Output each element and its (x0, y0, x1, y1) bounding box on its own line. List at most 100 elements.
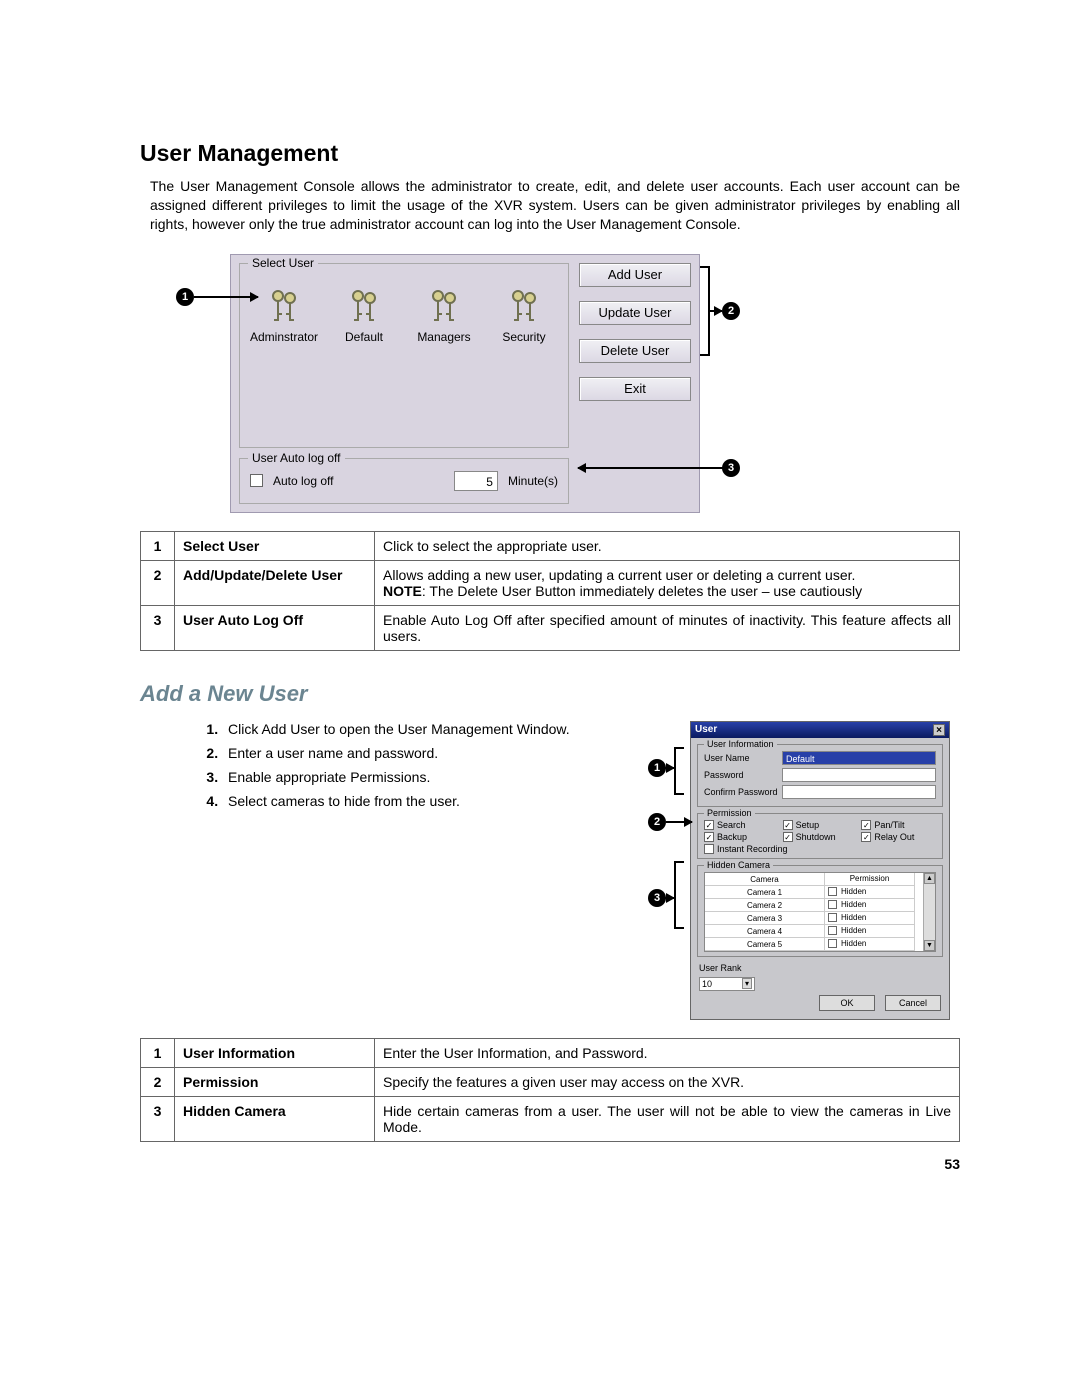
chevron-down-icon: ▾ (742, 978, 752, 989)
description-table-2: 1 User Information Enter the User Inform… (140, 1038, 960, 1142)
desc-body: Enable Auto Log Off after specified amou… (375, 605, 960, 650)
callout-3b-badge: 3 (648, 889, 666, 907)
camera-table: ▲ ▼ Camera Permission Camera 1Hidden Cam… (704, 872, 936, 952)
callout-3b-bracket (674, 861, 684, 929)
heading-add-new-user: Add a New User (140, 681, 960, 707)
perm-backup[interactable]: ✓Backup (704, 832, 779, 842)
desc-body: Click to select the appropriate user. (375, 531, 960, 560)
auto-logoff-label: Auto log off (273, 474, 334, 488)
perm-shutdown[interactable]: ✓Shutdown (783, 832, 858, 842)
hidden-checkbox[interactable] (828, 926, 837, 935)
add-user-button[interactable]: Add User (579, 263, 691, 287)
update-user-button[interactable]: Update User (579, 301, 691, 325)
scrollbar[interactable]: ▲ ▼ (923, 873, 935, 951)
figure-user-dialog: 1 2 3 User × User Information User Name (640, 721, 960, 1020)
table-row: 3 User Auto Log Off Enable Auto Log Off … (141, 605, 960, 650)
list-item: Enter a user name and password. (222, 745, 622, 761)
section-label: Hidden Camera (704, 860, 773, 870)
callout-2b-badge: 2 (648, 813, 666, 831)
camera-col-header: Camera (705, 873, 825, 886)
user-item-label: Adminstrator (250, 330, 318, 344)
user-item-security[interactable]: Security (488, 286, 560, 344)
table-row: 2 Add/Update/Delete User Allows adding a… (141, 560, 960, 605)
callout-2-line (708, 310, 722, 312)
user-rank-label: User Rank (699, 963, 742, 973)
confirm-password-label: Confirm Password (704, 787, 782, 797)
section-label: User Information (704, 739, 777, 749)
auto-logoff-legend: User Auto log off (248, 451, 345, 465)
ok-button[interactable]: OK (819, 995, 875, 1011)
keys-icon (424, 286, 464, 326)
table-row: 3 Hidden Camera Hide certain cameras fro… (141, 1096, 960, 1141)
auto-logoff-minutes-input[interactable]: 5 (454, 471, 498, 491)
user-item-label: Security (502, 330, 545, 344)
user-dialog-title: User (695, 724, 717, 735)
auto-logoff-unit: Minute(s) (508, 474, 558, 488)
confirm-password-input[interactable] (782, 785, 936, 799)
callout-1b-bracket (674, 747, 684, 795)
close-icon[interactable]: × (933, 724, 945, 736)
desc-label: User Information (175, 1038, 375, 1067)
keys-icon (264, 286, 304, 326)
username-input[interactable]: Default (782, 751, 936, 765)
page-number: 53 (944, 1156, 960, 1172)
desc-label: Add/Update/Delete User (175, 560, 375, 605)
cancel-button[interactable]: Cancel (885, 995, 941, 1011)
steps-list: Click Add User to open the User Manageme… (200, 721, 622, 817)
desc-num: 1 (141, 531, 175, 560)
heading-user-management: User Management (140, 140, 960, 167)
perm-relay[interactable]: ✓Relay Out (861, 832, 936, 842)
callout-1b-badge: 1 (648, 759, 666, 777)
figure-select-user-dialog: 1 2 3 Select User Adminstrator (180, 254, 960, 513)
perm-pantilt[interactable]: ✓Pan/Tilt (861, 820, 936, 830)
keys-icon (504, 286, 544, 326)
scroll-up-icon[interactable]: ▲ (924, 873, 935, 884)
auto-logoff-checkbox[interactable] (250, 474, 263, 487)
perm-instant-recording[interactable]: Instant Recording (704, 844, 936, 854)
table-row: Camera 3Hidden (705, 912, 935, 925)
table-row: 1 User Information Enter the User Inform… (141, 1038, 960, 1067)
user-information-section: User Information User Name Default Passw… (697, 744, 943, 807)
table-row: 1 Select User Click to select the approp… (141, 531, 960, 560)
perm-setup[interactable]: ✓Setup (783, 820, 858, 830)
delete-user-button[interactable]: Delete User (579, 339, 691, 363)
exit-button[interactable]: Exit (579, 377, 691, 401)
hidden-checkbox[interactable] (828, 913, 837, 922)
desc-body: Hide certain cameras from a user. The us… (375, 1096, 960, 1141)
user-item-managers[interactable]: Managers (408, 286, 480, 344)
callout-3-badge: 3 (722, 459, 740, 477)
desc-num: 2 (141, 560, 175, 605)
intro-paragraph: The User Management Console allows the a… (150, 177, 960, 234)
hidden-checkbox[interactable] (828, 939, 837, 948)
hidden-camera-section: Hidden Camera ▲ ▼ Camera Permission Came… (697, 865, 943, 957)
user-dialog: User × User Information User Name Defaul… (690, 721, 950, 1020)
perm-search[interactable]: ✓Search (704, 820, 779, 830)
table-row: 2 Permission Specify the features a give… (141, 1067, 960, 1096)
select-user-dialog: Select User Adminstrator Default (230, 254, 700, 513)
callout-2-badge: 2 (722, 302, 740, 320)
list-item: Enable appropriate Permissions. (222, 769, 622, 785)
auto-logoff-fieldset: User Auto log off Auto log off 5 Minute(… (239, 458, 569, 504)
desc-label: User Auto Log Off (175, 605, 375, 650)
desc-body: Enter the User Information, and Password… (375, 1038, 960, 1067)
username-label: User Name (704, 753, 782, 763)
desc-num: 1 (141, 1038, 175, 1067)
user-rank-select[interactable]: 10 ▾ (699, 977, 755, 991)
password-input[interactable] (782, 768, 936, 782)
desc-label: Permission (175, 1067, 375, 1096)
user-item-label: Default (345, 330, 383, 344)
desc-body: Allows adding a new user, updating a cur… (375, 560, 960, 605)
table-row: Camera 2Hidden (705, 899, 935, 912)
section-label: Permission (704, 808, 755, 818)
scroll-down-icon[interactable]: ▼ (924, 940, 935, 951)
table-row: Camera 4Hidden (705, 925, 935, 938)
permission-section: Permission ✓Search ✓Setup ✓Pan/Tilt ✓Bac… (697, 813, 943, 859)
list-item: Click Add User to open the User Manageme… (222, 721, 622, 737)
hidden-checkbox[interactable] (828, 900, 837, 909)
hidden-checkbox[interactable] (828, 887, 837, 896)
user-item-default[interactable]: Default (328, 286, 400, 344)
desc-label: Hidden Camera (175, 1096, 375, 1141)
callout-2b-arrow (666, 821, 692, 823)
desc-num: 3 (141, 1096, 175, 1141)
keys-icon (344, 286, 384, 326)
